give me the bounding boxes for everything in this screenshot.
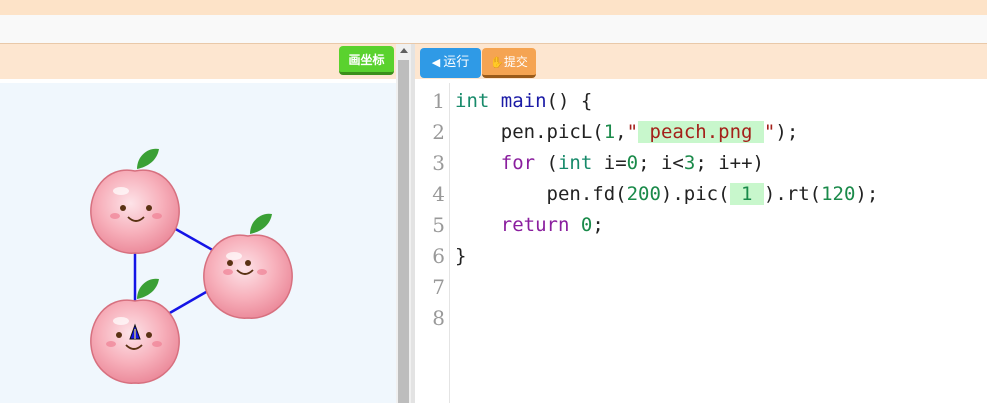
- code-editor[interactable]: 12345678 int main() { pen.picL(1," peach…: [415, 83, 987, 403]
- line-number: 5: [432, 213, 445, 237]
- code-token: pen.picL(: [455, 121, 604, 143]
- code-token: ": [763, 121, 776, 143]
- code-line[interactable]: pen.picL(1," peach.png ");: [455, 117, 798, 148]
- code-token: 0: [580, 214, 593, 236]
- line-number: 6: [432, 244, 445, 268]
- peach-image: [90, 148, 180, 254]
- code-token: for: [500, 152, 536, 174]
- code-token: () {: [546, 90, 593, 112]
- submit-button[interactable]: ✋提交: [482, 48, 536, 78]
- code-token: ; i++): [695, 152, 764, 174]
- code-token: 1: [729, 183, 764, 205]
- code-token: );: [855, 183, 879, 205]
- code-token: pen.fd(: [455, 183, 627, 205]
- sub-header-bar: [0, 15, 987, 44]
- canvas-scrollbar[interactable]: [396, 44, 411, 403]
- line-number: 3: [432, 151, 445, 175]
- code-token: 0: [626, 152, 639, 174]
- code-token: }: [455, 245, 467, 267]
- drawing-area: [90, 148, 293, 384]
- code-token: ; i<: [638, 152, 684, 174]
- top-banner: [0, 0, 987, 15]
- code-token: i=: [592, 152, 627, 174]
- canvas-toolbar: [0, 44, 396, 79]
- code-token: 3: [683, 152, 696, 174]
- line-number: 7: [432, 275, 445, 299]
- code-token: ;: [592, 214, 604, 236]
- code-token: 120: [821, 183, 856, 205]
- code-line[interactable]: for (int i=0; i<3; i++): [455, 148, 764, 179]
- code-token: int: [557, 152, 593, 174]
- line-number: 2: [432, 120, 445, 144]
- code-token: int: [455, 90, 490, 112]
- scrollbar-thumb[interactable]: [398, 60, 409, 403]
- turtle-canvas: [0, 83, 396, 403]
- code-token: 200: [626, 183, 661, 205]
- code-token: ).rt(: [763, 183, 822, 205]
- code-line[interactable]: pen.fd(200).pic( 1 ).rt(120);: [455, 179, 878, 210]
- code-token: main: [500, 90, 547, 112]
- hand-icon: ✋: [490, 56, 504, 69]
- draw-coordinates-button[interactable]: 画坐标: [339, 46, 394, 75]
- line-number: 8: [432, 306, 445, 330]
- code-token: ": [626, 121, 639, 143]
- run-label: 运行: [443, 55, 470, 70]
- line-number-gutter: 1 2 3 4 5 6 7 8: [415, 83, 450, 403]
- code-token: 1: [603, 121, 616, 143]
- peach-image: [203, 213, 293, 319]
- line-number: 1: [432, 89, 445, 113]
- play-left-icon: ◀: [431, 56, 441, 69]
- code-line[interactable]: int main() {: [455, 86, 592, 117]
- scroll-up-icon[interactable]: [400, 48, 408, 53]
- code-token: );: [775, 121, 799, 143]
- code-line[interactable]: }: [455, 241, 466, 272]
- code-token: peach.png: [638, 121, 764, 143]
- submit-label: 提交: [503, 55, 528, 69]
- code-token: return: [500, 214, 570, 236]
- run-button[interactable]: ◀ 运行: [420, 48, 481, 78]
- code-token: (: [535, 152, 558, 174]
- code-token: ).pic(: [660, 183, 730, 205]
- code-line[interactable]: return 0;: [455, 210, 604, 241]
- code-token: ,: [615, 121, 627, 143]
- line-number: 4: [432, 182, 445, 206]
